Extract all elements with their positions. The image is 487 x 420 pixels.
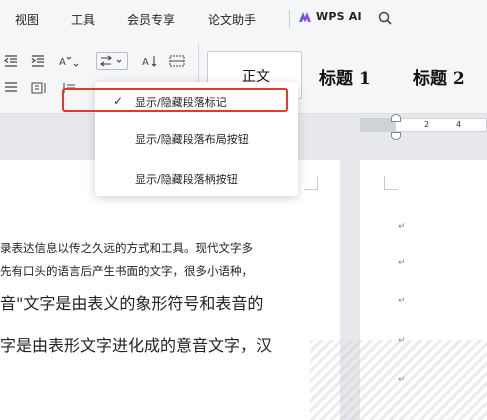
hanging-indent-marker[interactable] [391,132,401,140]
paragraph-marks-dropdown[interactable] [96,52,128,70]
wps-ai-label: WPS AI [316,10,362,23]
style-heading2[interactable]: 标题 2 [413,64,465,89]
document-text-line: 先有口头的语言后产生书面的文字，很多小语种， [0,264,253,278]
menu-view[interactable]: 视图 [15,11,39,28]
line-spacing-icon[interactable] [30,81,48,95]
ruler-tick-label: 2 [424,120,430,129]
menu-item-label: 显示/隐藏段落布局按钮 [135,133,249,146]
menu-divider [289,10,290,28]
wps-ai-button[interactable]: WPS AI [298,10,362,23]
document-text-line: 字是由表形文字进化成的意音文字，汉 [0,336,273,355]
paragraph-marks-icon [100,55,122,67]
document-text-line: 录表达信息以传之久远的方式和工具。现代文字多 [0,241,253,255]
decrease-indent-icon[interactable] [2,54,20,68]
style-heading1[interactable]: 标题 1 [319,64,371,89]
menu-item-label: 显示/隐藏段落柄按钮 [135,173,238,186]
highlight-box [62,88,288,112]
paragraph-mark: ↵ [398,296,406,306]
svg-text:A: A [142,57,149,67]
menu-item-toggle-handle-buttons[interactable]: 显示/隐藏段落柄按钮 [95,165,298,191]
sort-icon[interactable]: A [141,54,159,68]
menu-bar: 视图 工具 会员专享 论文助手 WPS AI [0,0,487,38]
document-text-line: 音"文字是由表义的象形符号和表音的 [0,294,264,313]
menu-item-toggle-layout-buttons[interactable]: 显示/隐藏段落布局按钮 [95,125,298,151]
paragraph-mark: ↵ [398,222,406,232]
increase-indent-icon[interactable] [29,54,47,68]
search-icon[interactable] [378,11,392,25]
watermark-overlay [310,340,487,420]
svg-text:A: A [59,57,66,67]
page-corner-mark [384,176,398,190]
page-corner-mark [304,176,318,190]
menu-thesis-assistant[interactable]: 论文助手 [208,11,256,28]
table-borders-icon[interactable] [168,54,186,68]
align-justify-icon[interactable] [2,81,20,95]
menu-tools[interactable]: 工具 [71,11,95,28]
ruler-tick-label: 4 [456,120,462,129]
text-effects-icon[interactable]: A [58,54,82,68]
paragraph-mark: ↵ [398,258,406,268]
menu-member[interactable]: 会员专享 [127,11,175,28]
document-page[interactable]: 录表达信息以传之久远的方式和工具。现代文字多 先有口头的语言后产生书面的文字，很… [0,160,340,420]
first-line-indent-marker[interactable] [391,114,401,122]
wps-ai-icon [299,11,311,22]
